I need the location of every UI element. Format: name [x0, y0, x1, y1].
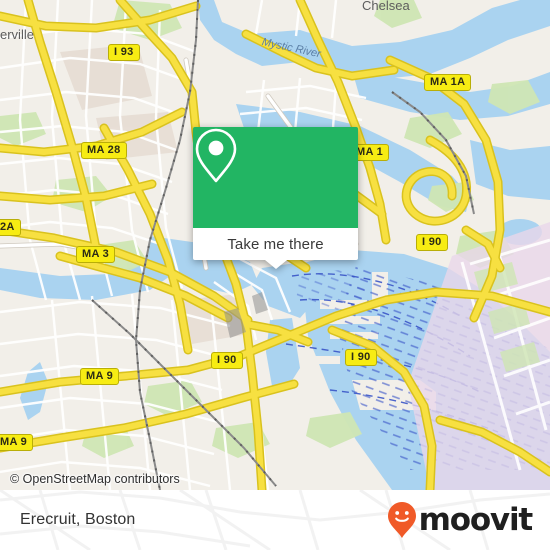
road-shield-i90-a[interactable]: I 90 [416, 234, 448, 251]
road-shield-i93[interactable]: I 93 [108, 44, 140, 61]
moovit-smiley-pin-icon [387, 502, 416, 538]
location-popup-card[interactable]: Take me there [193, 127, 358, 269]
popup-icon-area [193, 127, 358, 228]
take-me-there-label: Take me there [227, 235, 324, 253]
road-shield-ma9-a[interactable]: MA 9 [80, 368, 120, 385]
road-shield-ma1a[interactable]: MA 1A [424, 74, 472, 91]
road-shield-ma28[interactable]: MA 28 [81, 142, 127, 159]
page-footer: Erecruit, Boston moovit [0, 490, 550, 550]
map-attribution[interactable]: © OpenStreetMap contributors [0, 468, 180, 490]
moovit-map-page: erville Chelsea Mystic River I 93 MA 1A … [0, 0, 550, 550]
footer-content: Erecruit, Boston moovit [0, 490, 550, 550]
moovit-wordmark: moovit [418, 501, 534, 538]
place-label-somerville: erville [0, 27, 34, 42]
road-shield-i90-c[interactable]: I 90 [345, 349, 377, 366]
road-shield-ma3[interactable]: MA 3 [76, 246, 116, 263]
road-shield-2a[interactable]: 2A [0, 219, 21, 236]
road-shield-i90-b[interactable]: I 90 [211, 352, 243, 369]
popup-pointer-tail [264, 260, 287, 269]
take-me-there-button[interactable]: Take me there [193, 228, 358, 269]
map-canvas[interactable]: erville Chelsea Mystic River I 93 MA 1A … [0, 0, 550, 490]
road-shield-ma9-b[interactable]: MA 9 [0, 434, 34, 451]
place-label-chelsea: Chelsea [362, 0, 410, 13]
moovit-logo[interactable]: moovit [387, 501, 534, 539]
location-title: Erecruit, Boston [20, 511, 136, 528]
map-pin-icon [195, 128, 237, 183]
attribution-text: © OpenStreetMap contributors [10, 472, 180, 486]
